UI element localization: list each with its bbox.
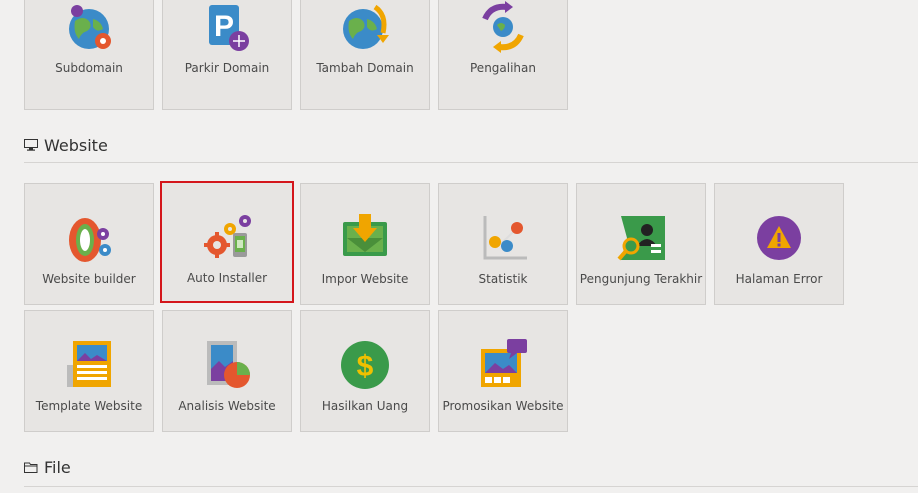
tile-label: Pengunjung Terakhir (579, 272, 703, 286)
tile-label: Tambah Domain (316, 61, 414, 75)
tile-website-analysis[interactable]: Analisis Website (162, 310, 292, 432)
tile-label: Hasilkan Uang (321, 399, 409, 413)
tile-label: Statistik (478, 272, 528, 286)
section-header-file: File (24, 458, 71, 477)
tile-make-money[interactable]: $ Hasilkan Uang (300, 310, 430, 432)
parked-domain-icon: P (197, 0, 257, 57)
svg-text:$: $ (357, 350, 374, 383)
tile-error-page[interactable]: Halaman Error (714, 183, 844, 305)
tile-parked-domain[interactable]: P Parkir Domain (162, 0, 292, 110)
redirect-icon (473, 0, 533, 57)
monitor-icon (24, 136, 38, 155)
template-website-icon (59, 335, 119, 395)
divider (24, 162, 918, 163)
tile-label: Website builder (42, 272, 136, 286)
add-domain-icon (335, 0, 395, 57)
tile-last-visitors[interactable]: Pengunjung Terakhir (576, 183, 706, 305)
make-money-icon: $ (335, 335, 395, 395)
folder-icon (24, 458, 38, 477)
section-title: Website (44, 136, 108, 155)
tile-label: Promosikan Website (442, 399, 564, 413)
tile-label: Halaman Error (735, 272, 823, 286)
last-visitors-icon (611, 208, 671, 268)
website-builder-icon (59, 208, 119, 268)
subdomain-icon (59, 0, 119, 57)
tile-label: Subdomain (55, 61, 123, 75)
tile-label: Parkir Domain (184, 61, 270, 75)
section-header-website: Website (24, 136, 108, 155)
tile-label: Analisis Website (178, 399, 276, 413)
tile-website-builder[interactable]: Website builder (24, 183, 154, 305)
tile-redirect[interactable]: Pengalihan (438, 0, 568, 110)
section-title: File (44, 458, 71, 477)
tile-statistics[interactable]: Statistik (438, 183, 568, 305)
tile-auto-installer[interactable]: Auto Installer (160, 181, 294, 303)
tile-label: Template Website (35, 399, 143, 413)
tile-label: Auto Installer (186, 271, 268, 285)
statistics-icon (473, 208, 533, 268)
website-analysis-icon (197, 335, 257, 395)
tile-template-website[interactable]: Template Website (24, 310, 154, 432)
tile-subdomain[interactable]: Subdomain (24, 0, 154, 110)
divider (24, 486, 918, 487)
promote-website-icon (473, 335, 533, 395)
tile-label: Impor Website (321, 272, 409, 286)
error-page-icon (749, 208, 809, 268)
tile-promote-website[interactable]: Promosikan Website (438, 310, 568, 432)
import-website-icon (335, 208, 395, 268)
tile-label: Pengalihan (470, 61, 536, 75)
tile-import-website[interactable]: Impor Website (300, 183, 430, 305)
tile-add-domain[interactable]: Tambah Domain (300, 0, 430, 110)
auto-installer-icon (197, 207, 257, 267)
